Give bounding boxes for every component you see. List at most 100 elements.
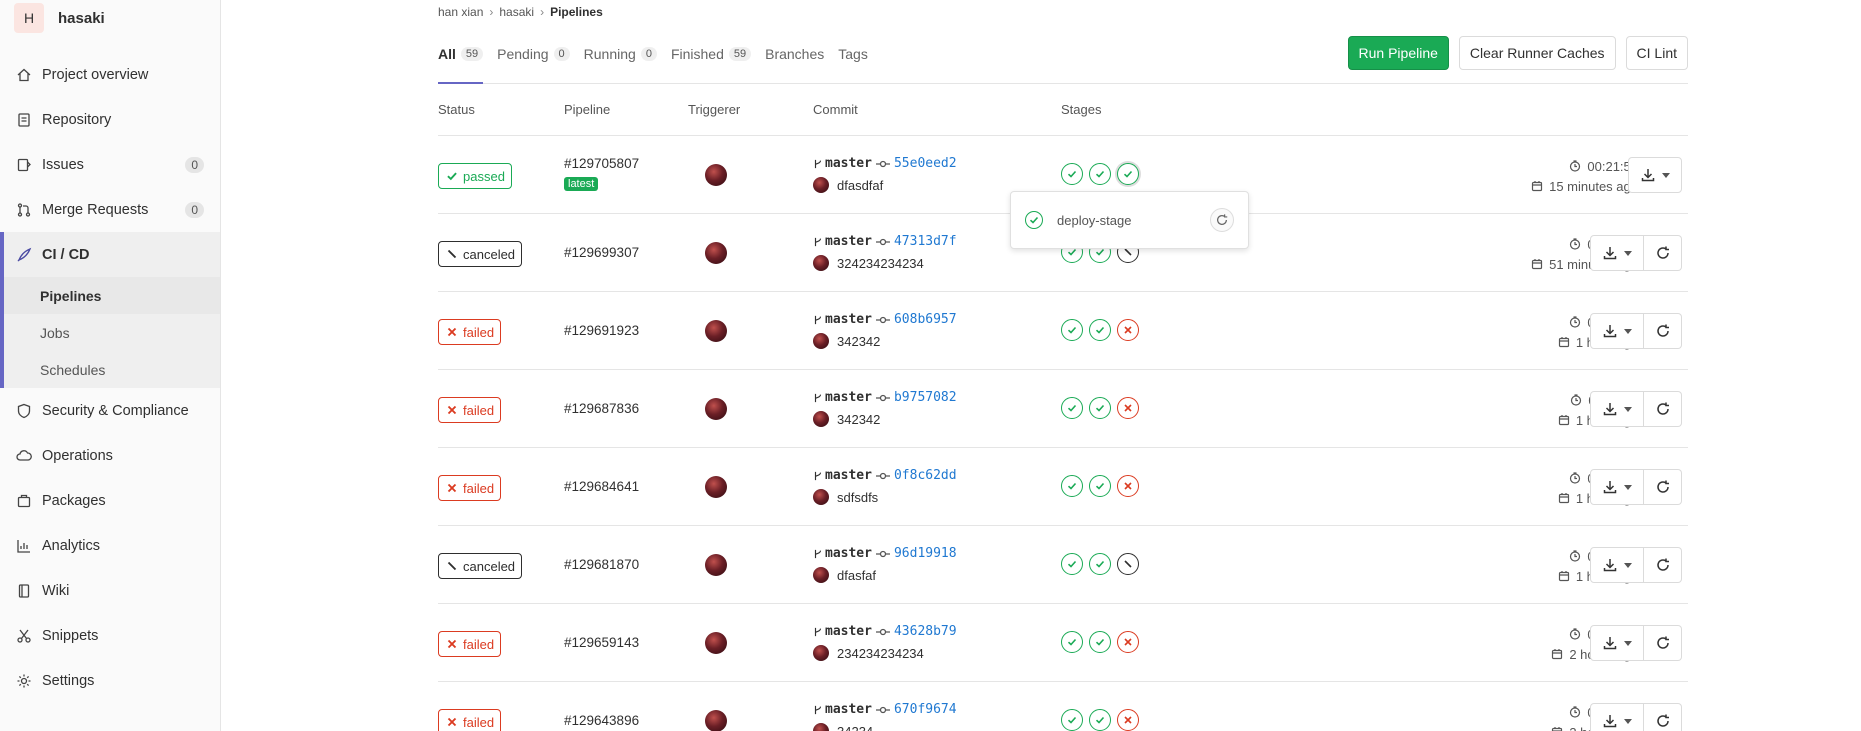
download-artifacts-button[interactable] <box>1590 235 1644 271</box>
stage-failed-icon[interactable] <box>1117 397 1139 419</box>
stage-success-icon[interactable] <box>1061 709 1083 731</box>
stage-success-icon[interactable] <box>1061 475 1083 497</box>
commit-title-link[interactable]: 34234 <box>837 724 873 731</box>
commit-title-link[interactable]: 342342 <box>837 334 880 349</box>
author-avatar[interactable] <box>813 723 829 731</box>
commit-sha-link[interactable]: 47313d7f <box>894 234 957 249</box>
sidebar-item-cicd[interactable]: CI / CD <box>4 232 220 277</box>
commit-sha-link[interactable]: 96d19918 <box>894 546 957 561</box>
stage-success-icon[interactable] <box>1089 631 1111 653</box>
retry-pipeline-button[interactable] <box>1644 235 1682 271</box>
pipeline-id-link[interactable]: #129684641 <box>564 479 639 494</box>
pipeline-id-link[interactable]: #129681870 <box>564 557 639 572</box>
sidebar-subitem-schedules[interactable]: Schedules <box>4 351 220 388</box>
retry-pipeline-button[interactable] <box>1644 469 1682 505</box>
commit-sha-link[interactable]: 43628b79 <box>894 624 957 639</box>
sidebar-item-snippets[interactable]: Snippets <box>0 613 220 658</box>
status-badge[interactable]: failed <box>438 397 502 423</box>
branch-link[interactable]: master <box>825 156 872 171</box>
breadcrumb-user[interactable]: han xian <box>438 5 483 19</box>
tab-running[interactable]: Running 0 <box>584 24 657 83</box>
triggerer-avatar[interactable] <box>705 554 727 576</box>
stage-success-icon[interactable] <box>1061 553 1083 575</box>
commit-title-link[interactable]: 342342 <box>837 412 880 427</box>
author-avatar[interactable] <box>813 255 829 271</box>
commit-sha-link[interactable]: 0f8c62dd <box>894 468 957 483</box>
pipeline-id-link[interactable]: #129643896 <box>564 713 639 728</box>
triggerer-avatar[interactable] <box>705 476 727 498</box>
branch-link[interactable]: master <box>825 468 872 483</box>
commit-sha-link[interactable]: 608b6957 <box>894 312 957 327</box>
status-badge[interactable]: failed <box>438 319 502 345</box>
branch-link[interactable]: master <box>825 234 872 249</box>
stage-canceled-icon[interactable] <box>1117 553 1139 575</box>
retry-pipeline-button[interactable] <box>1644 313 1682 349</box>
author-avatar[interactable] <box>813 333 829 349</box>
tab-finished[interactable]: Finished 59 <box>671 24 752 83</box>
retry-pipeline-button[interactable] <box>1644 703 1682 731</box>
stage-success-icon[interactable] <box>1089 397 1111 419</box>
stage-success-icon[interactable] <box>1061 319 1083 341</box>
branch-link[interactable]: master <box>825 624 872 639</box>
commit-sha-link[interactable]: b9757082 <box>894 390 957 405</box>
download-artifacts-button[interactable] <box>1590 703 1644 731</box>
stage-success-icon[interactable] <box>1089 163 1111 185</box>
tab-all[interactable]: All 59 <box>438 24 484 84</box>
sidebar-item-analytics[interactable]: Analytics <box>0 523 220 568</box>
download-artifacts-button[interactable] <box>1590 313 1644 349</box>
clear-runner-caches-button[interactable]: Clear Runner Caches <box>1458 36 1616 70</box>
stage-success-icon[interactable] <box>1089 553 1111 575</box>
status-badge[interactable]: failed <box>438 709 502 731</box>
commit-title-link[interactable]: dfasfaf <box>837 568 876 583</box>
status-badge[interactable]: passed <box>438 163 512 189</box>
sidebar-subitem-pipelines[interactable]: Pipelines <box>4 277 220 314</box>
stage-success-icon[interactable] <box>1061 163 1083 185</box>
author-avatar[interactable] <box>813 411 829 427</box>
commit-sha-link[interactable]: 670f9674 <box>894 702 957 717</box>
stage-failed-icon[interactable] <box>1117 319 1139 341</box>
branch-link[interactable]: master <box>825 390 872 405</box>
breadcrumb-current[interactable]: Pipelines <box>550 5 603 19</box>
project-header[interactable]: H hasaki <box>0 0 220 36</box>
sidebar-item-wiki[interactable]: Wiki <box>0 568 220 613</box>
triggerer-avatar[interactable] <box>705 320 727 342</box>
status-badge[interactable]: failed <box>438 475 502 501</box>
branch-link[interactable]: master <box>825 312 872 327</box>
run-pipeline-button[interactable]: Run Pipeline <box>1347 36 1449 70</box>
stage-success-icon[interactable] <box>1061 631 1083 653</box>
triggerer-avatar[interactable] <box>705 632 727 654</box>
sidebar-item-packages[interactable]: Packages <box>0 478 220 523</box>
download-artifacts-button[interactable] <box>1590 469 1644 505</box>
tab-branches[interactable]: Branches <box>765 24 824 83</box>
download-artifacts-button[interactable] <box>1590 391 1644 427</box>
pipeline-id-link[interactable]: #129699307 <box>564 245 639 260</box>
sidebar-item-operations[interactable]: Operations <box>0 433 220 478</box>
stage-failed-icon[interactable] <box>1117 631 1139 653</box>
retry-job-icon[interactable] <box>1210 208 1234 232</box>
retry-pipeline-button[interactable] <box>1644 547 1682 583</box>
author-avatar[interactable] <box>813 567 829 583</box>
stage-success-icon[interactable] <box>1117 163 1139 185</box>
stage-success-icon[interactable] <box>1089 709 1111 731</box>
job-name[interactable]: deploy-stage <box>1057 213 1210 228</box>
sidebar-item-project-overview[interactable]: Project overview <box>0 52 220 97</box>
pipeline-id-link[interactable]: #129687836 <box>564 401 639 416</box>
triggerer-avatar[interactable] <box>705 398 727 420</box>
ci-lint-button[interactable]: CI Lint <box>1625 36 1688 70</box>
pipeline-id-link[interactable]: #129691923 <box>564 323 639 338</box>
status-badge[interactable]: canceled <box>438 553 523 579</box>
pipeline-id-link[interactable]: #129659143 <box>564 635 639 650</box>
download-artifacts-button[interactable] <box>1590 547 1644 583</box>
sidebar-subitem-jobs[interactable]: Jobs <box>4 314 220 351</box>
sidebar-item-issues[interactable]: Issues 0 <box>0 142 220 187</box>
triggerer-avatar[interactable] <box>705 164 727 186</box>
retry-pipeline-button[interactable] <box>1644 625 1682 661</box>
retry-pipeline-button[interactable] <box>1644 391 1682 427</box>
triggerer-avatar[interactable] <box>705 242 727 264</box>
sidebar-item-settings[interactable]: Settings <box>0 658 220 703</box>
pipeline-id-link[interactable]: #129705807 <box>564 156 639 171</box>
download-artifacts-button[interactable] <box>1628 157 1682 193</box>
commit-title-link[interactable]: dfasdfaf <box>837 178 883 193</box>
triggerer-avatar[interactable] <box>705 710 727 731</box>
stage-success-icon[interactable] <box>1061 397 1083 419</box>
